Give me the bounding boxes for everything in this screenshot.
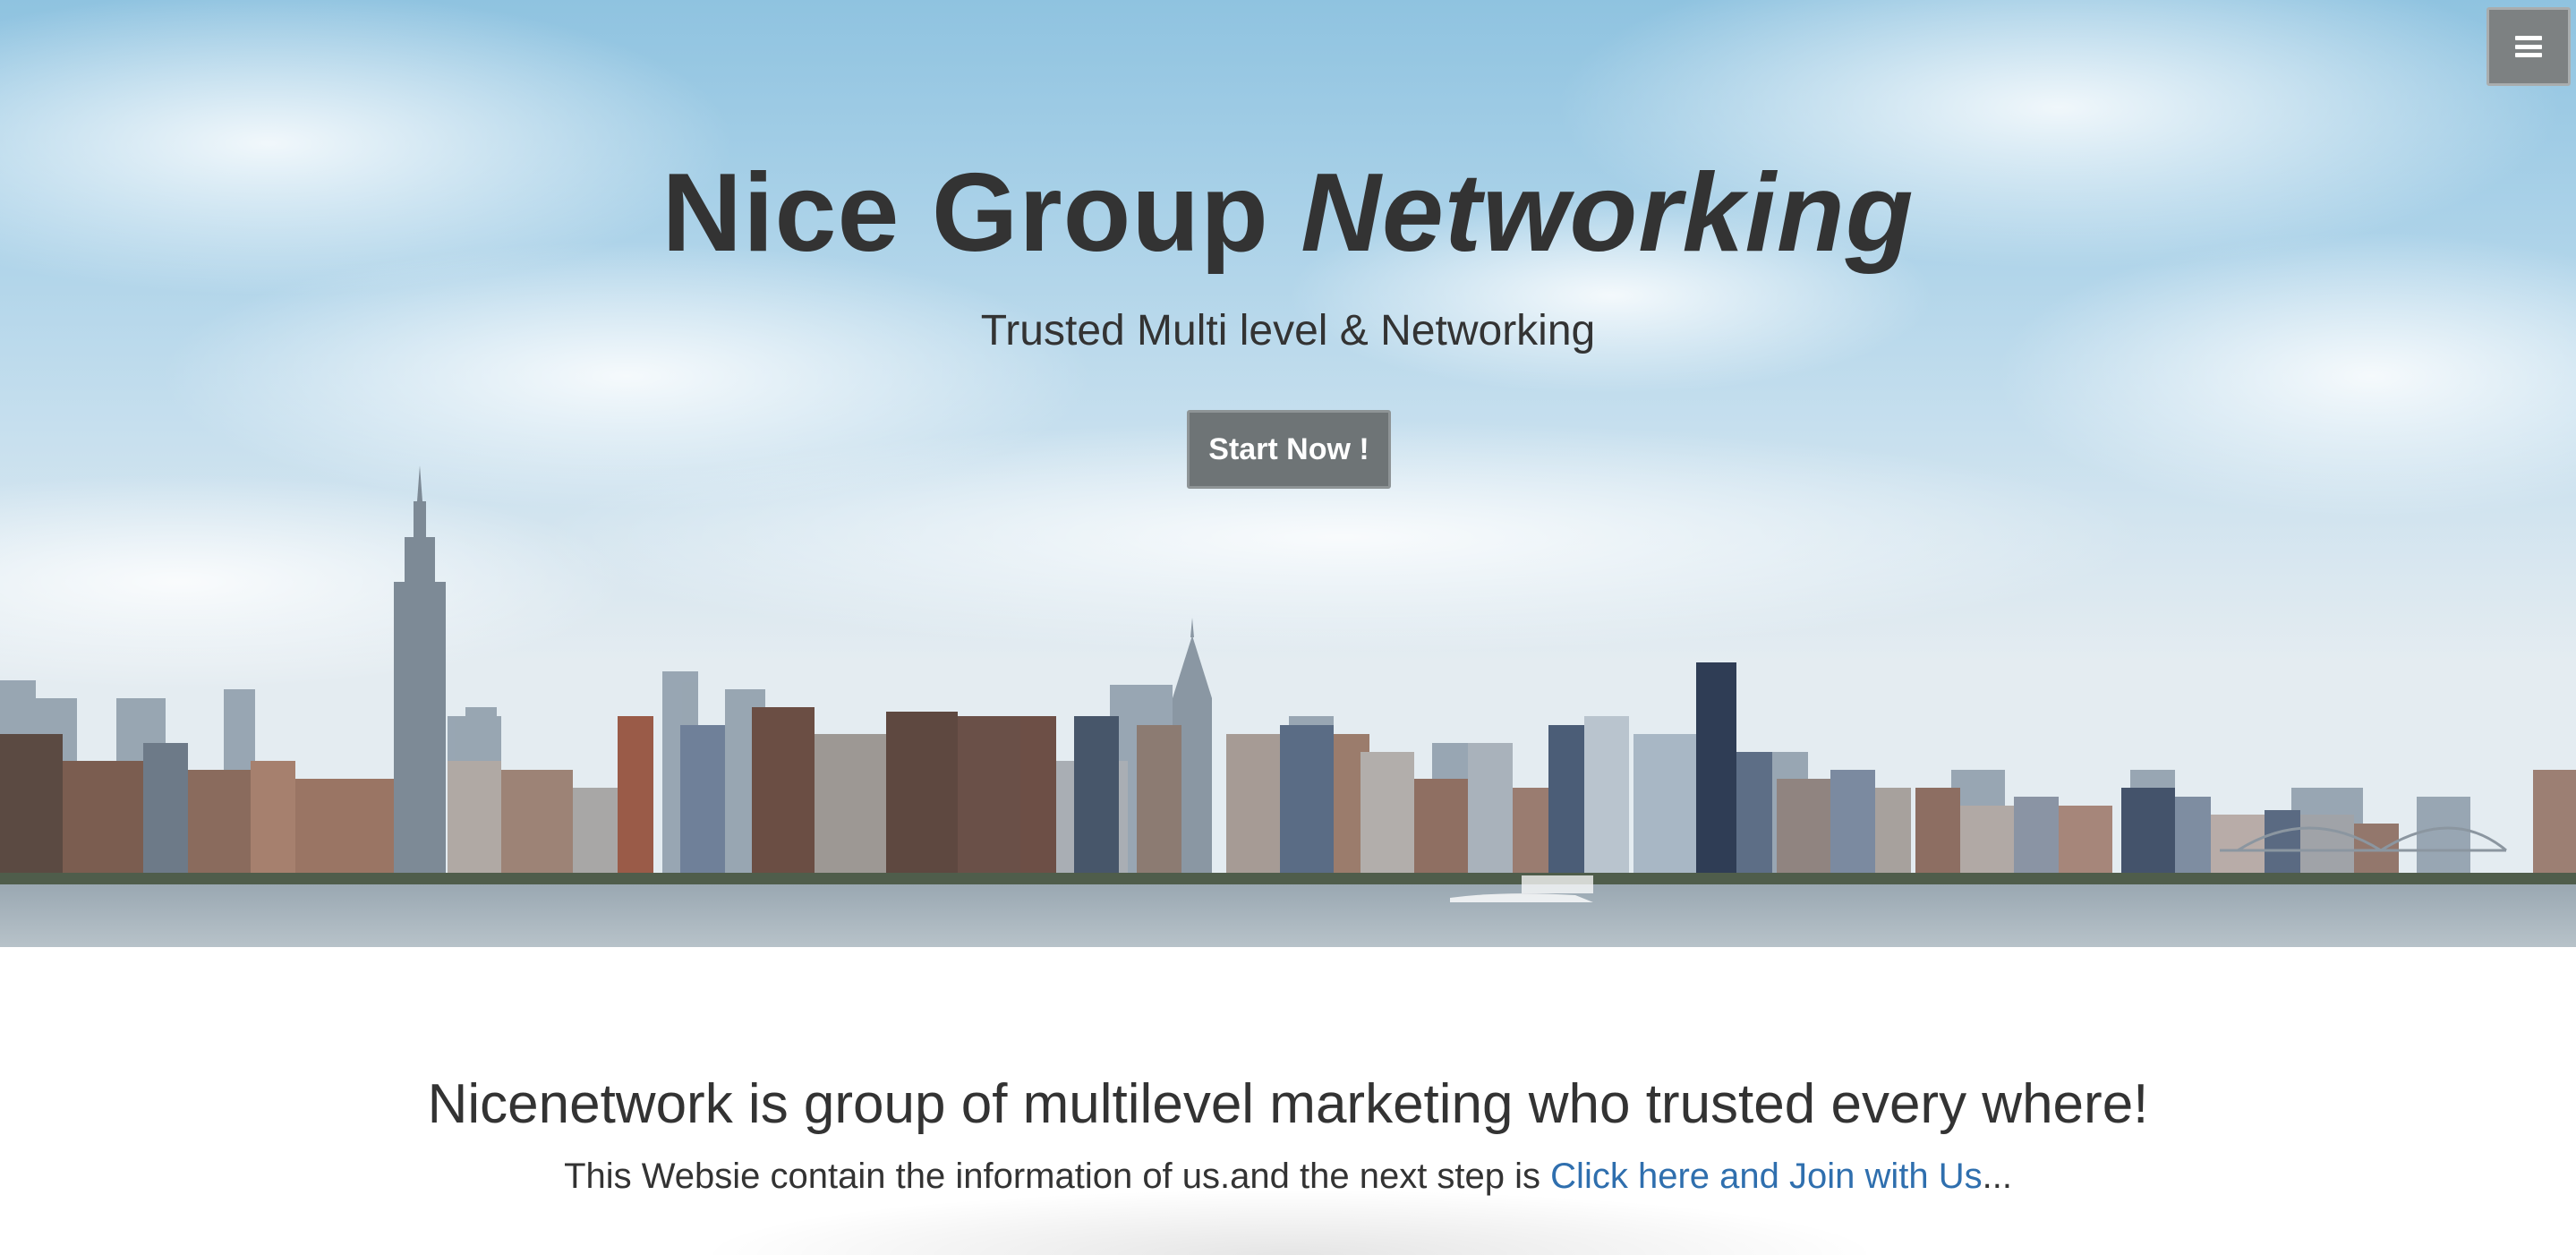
hero-subtitle: Trusted Multi level & Networking [980,307,1596,354]
hamburger-menu-button[interactable] [2486,7,2571,86]
info-text-suffix: ... [1982,1157,2012,1196]
hamburger-menu-icon [2515,36,2542,57]
start-now-button[interactable]: Start Now ! [1187,410,1391,489]
bottom-shadow-divider [712,1191,1867,1255]
hero-title: Nice Group Networking [0,150,2576,276]
page: Nice Group Networking Trusted Multi leve… [0,0,2576,1255]
hero-title-main: Nice Group [661,151,1269,275]
hero-section: Nice Group Networking Trusted Multi leve… [0,0,2576,947]
info-heading: Nicenetwork is group of multilevel marke… [427,1073,2149,1135]
hero-title-accent: Networking [1301,151,1915,275]
